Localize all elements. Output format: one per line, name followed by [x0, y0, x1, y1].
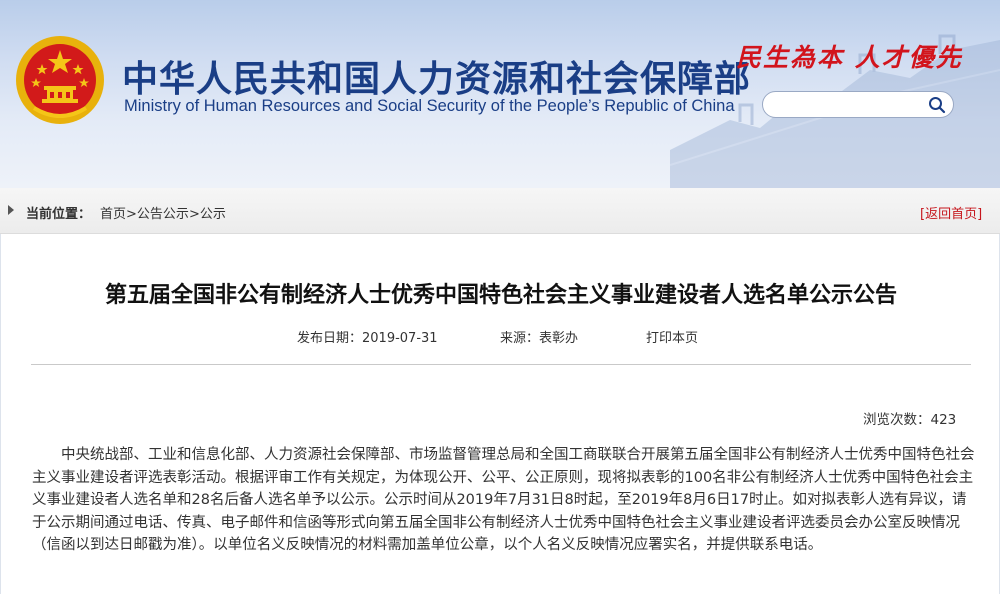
site-header: 中华人民共和国人力资源和社会保障部 Ministry of Human Reso…: [0, 0, 1000, 188]
article-paragraph: 中央统战部、工业和信息化部、人力资源社会保障部、市场监督管理总局和全国工商联联合…: [32, 447, 975, 554]
article-container: 第五届全国非公有制经济人士优秀中国特色社会主义事业建设者人选名单公示公告 发布日…: [0, 234, 1000, 594]
article-title: 第五届全国非公有制经济人士优秀中国特色社会主义事业建设者人选名单公示公告: [104, 283, 897, 308]
back-home-link[interactable]: [返回首页]: [920, 203, 982, 222]
publish-date: 发布日期：2019-07-31: [297, 331, 438, 346]
breadcrumb-item-home[interactable]: 首页: [100, 207, 126, 222]
breadcrumb-item-announcements[interactable]: 公告公示: [137, 207, 189, 222]
print-page-link[interactable]: 打印本页: [646, 327, 698, 346]
view-count: 浏览次数：423: [863, 412, 957, 428]
breadcrumb: 当前位置： 首页>公告公示>公示 [返回首页]: [0, 188, 1000, 234]
search-input[interactable]: [773, 96, 923, 114]
search-icon[interactable]: [928, 96, 946, 114]
ministry-slogan: 民生為本 人才優先: [736, 43, 963, 72]
breadcrumb-label: 当前位置：: [26, 207, 92, 222]
breadcrumb-item-publicity[interactable]: 公示: [200, 207, 226, 222]
article-source: 来源：表彰办: [500, 331, 579, 346]
breadcrumb-separator: >: [188, 207, 200, 222]
search-box: [762, 91, 954, 118]
ministry-title-en: Ministry of Human Resources and Social S…: [124, 97, 735, 115]
breadcrumb-separator: >: [126, 207, 137, 222]
breadcrumb-arrow-icon: [8, 205, 14, 215]
divider: [31, 364, 971, 365]
ministry-title-cn: 中华人民共和国人力资源和社会保障部: [122, 59, 752, 100]
national-emblem-icon: [16, 36, 104, 124]
breadcrumb-path: 首页>公告公示>公示: [100, 203, 226, 222]
